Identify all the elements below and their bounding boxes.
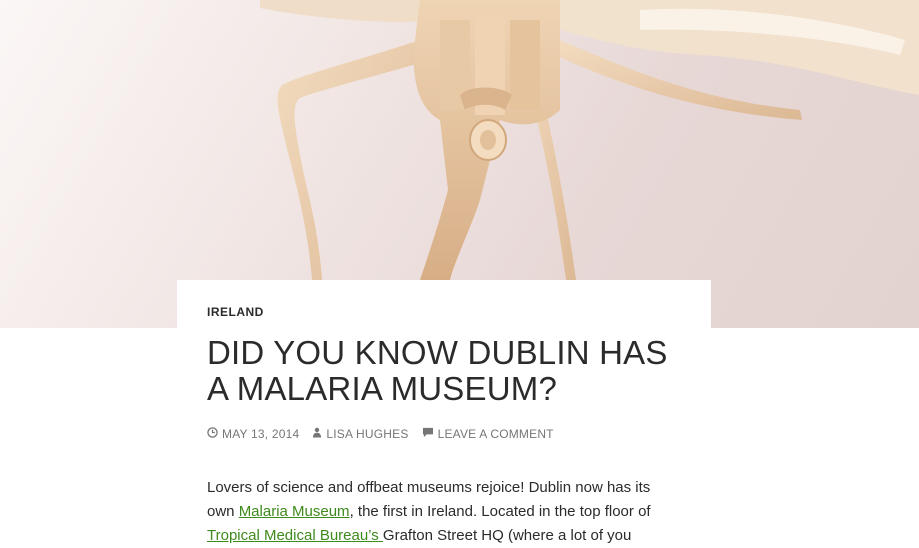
post-author[interactable]: LISA HUGHES bbox=[312, 427, 408, 441]
post-date[interactable]: MAY 13, 2014 bbox=[207, 427, 299, 441]
post-body: Lovers of science and offbeat museums re… bbox=[207, 476, 677, 548]
malaria-museum-link[interactable]: Malaria Museum bbox=[239, 503, 350, 520]
tropical-medical-bureau-link[interactable]: Tropical Medical Bureau’s bbox=[207, 527, 383, 544]
post-date-label: MAY 13, 2014 bbox=[222, 427, 300, 441]
body-text-3: Grafton Street HQ (where a lot of you bbox=[382, 527, 632, 544]
comment-icon bbox=[422, 427, 434, 441]
wooden-model-illustration bbox=[260, 0, 919, 280]
post-article: IRELAND DID YOU KNOW DUBLIN HAS A MALARI… bbox=[177, 280, 711, 548]
post-meta: MAY 13, 2014 LISA HUGHES LEAVE A COMMENT bbox=[207, 427, 681, 441]
post-author-label: LISA HUGHES bbox=[326, 427, 409, 441]
hero-image bbox=[0, 0, 919, 328]
post-title: DID YOU KNOW DUBLIN HAS A MALARIA MUSEUM… bbox=[207, 334, 668, 407]
clock-icon bbox=[207, 427, 218, 441]
category-link[interactable]: IRELAND bbox=[207, 305, 264, 319]
body-text-2: , the first in Ireland. Located in the t… bbox=[349, 503, 651, 520]
leave-comment-link[interactable]: LEAVE A COMMENT bbox=[422, 427, 554, 441]
user-icon bbox=[312, 427, 322, 441]
leave-comment-label: LEAVE A COMMENT bbox=[437, 427, 554, 441]
